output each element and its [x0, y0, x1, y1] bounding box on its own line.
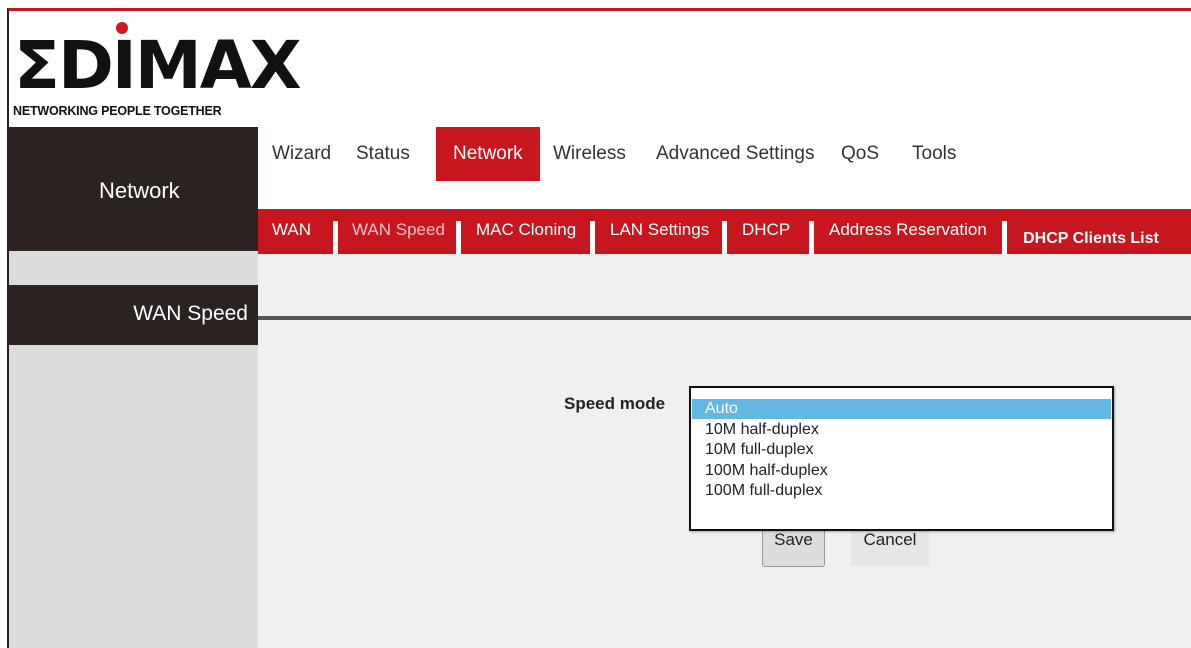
speed-mode-label: Speed mode	[564, 394, 666, 413]
speed-option-100m-full[interactable]: 100M full-duplex	[692, 481, 1111, 501]
subnav-divider	[333, 221, 338, 254]
subtab-address-reservation[interactable]: Address Reservation	[829, 209, 987, 254]
subtab-wan[interactable]: WAN	[272, 209, 311, 254]
tab-advanced-settings[interactable]: Advanced Settings	[656, 127, 814, 181]
subtab-mac-cloning[interactable]: MAC Cloning	[476, 209, 576, 254]
tab-qos[interactable]: QoS	[841, 127, 879, 181]
tab-tools[interactable]: Tools	[912, 127, 956, 181]
logo-wordmark: ΣDIMAX	[14, 27, 302, 104]
subtab-wan-speed[interactable]: WAN Speed	[352, 209, 445, 254]
speed-mode-dropdown-list[interactable]: Auto 10M half-duplex 10M full-duplex 100…	[689, 386, 1114, 531]
subtab-dhcp-clients-list[interactable]: DHCP Clients List	[1002, 221, 1175, 254]
subnav-divider	[590, 221, 595, 254]
speed-option-10m-half[interactable]: 10M half-duplex	[692, 420, 1111, 440]
tab-wireless[interactable]: Wireless	[553, 127, 626, 181]
tab-status[interactable]: Status	[356, 127, 410, 181]
subtab-dhcp[interactable]: DHCP	[742, 209, 790, 254]
logo-tagline: NETWORKING PEOPLE TOGETHER	[13, 104, 222, 118]
top-nav: Wizard Status Network Wireless Advanced …	[258, 127, 1191, 181]
subnav-divider	[809, 221, 814, 254]
section-divider	[258, 316, 1191, 320]
sidebar: Network WAN Speed	[9, 127, 258, 648]
main-content: Speed mode Save Cancel Auto 10M half-dup…	[258, 254, 1191, 648]
subnav-divider	[456, 221, 461, 254]
edimax-logo: ΣDIMAX NETWORKING PEOPLE TOGETHER	[12, 15, 302, 127]
sidebar-section-title-text: Network	[99, 178, 180, 203]
subtab-lan-settings[interactable]: LAN Settings	[610, 209, 709, 254]
subnav-divider	[722, 221, 727, 254]
sidebar-section-title: Network	[9, 127, 258, 251]
sub-nav: WAN WAN Speed MAC Cloning LAN Settings D…	[258, 209, 1191, 254]
sidebar-item-wan-speed[interactable]: WAN Speed	[9, 285, 258, 345]
router-admin-page: ΣDIMAX NETWORKING PEOPLE TOGETHER Networ…	[7, 8, 1191, 648]
tab-network[interactable]: Network	[436, 127, 540, 181]
tab-wizard[interactable]: Wizard	[272, 127, 331, 181]
speed-option-auto[interactable]: Auto	[692, 399, 1111, 419]
speed-option-10m-full[interactable]: 10M full-duplex	[692, 440, 1111, 460]
speed-option-100m-half[interactable]: 100M half-duplex	[692, 461, 1111, 481]
